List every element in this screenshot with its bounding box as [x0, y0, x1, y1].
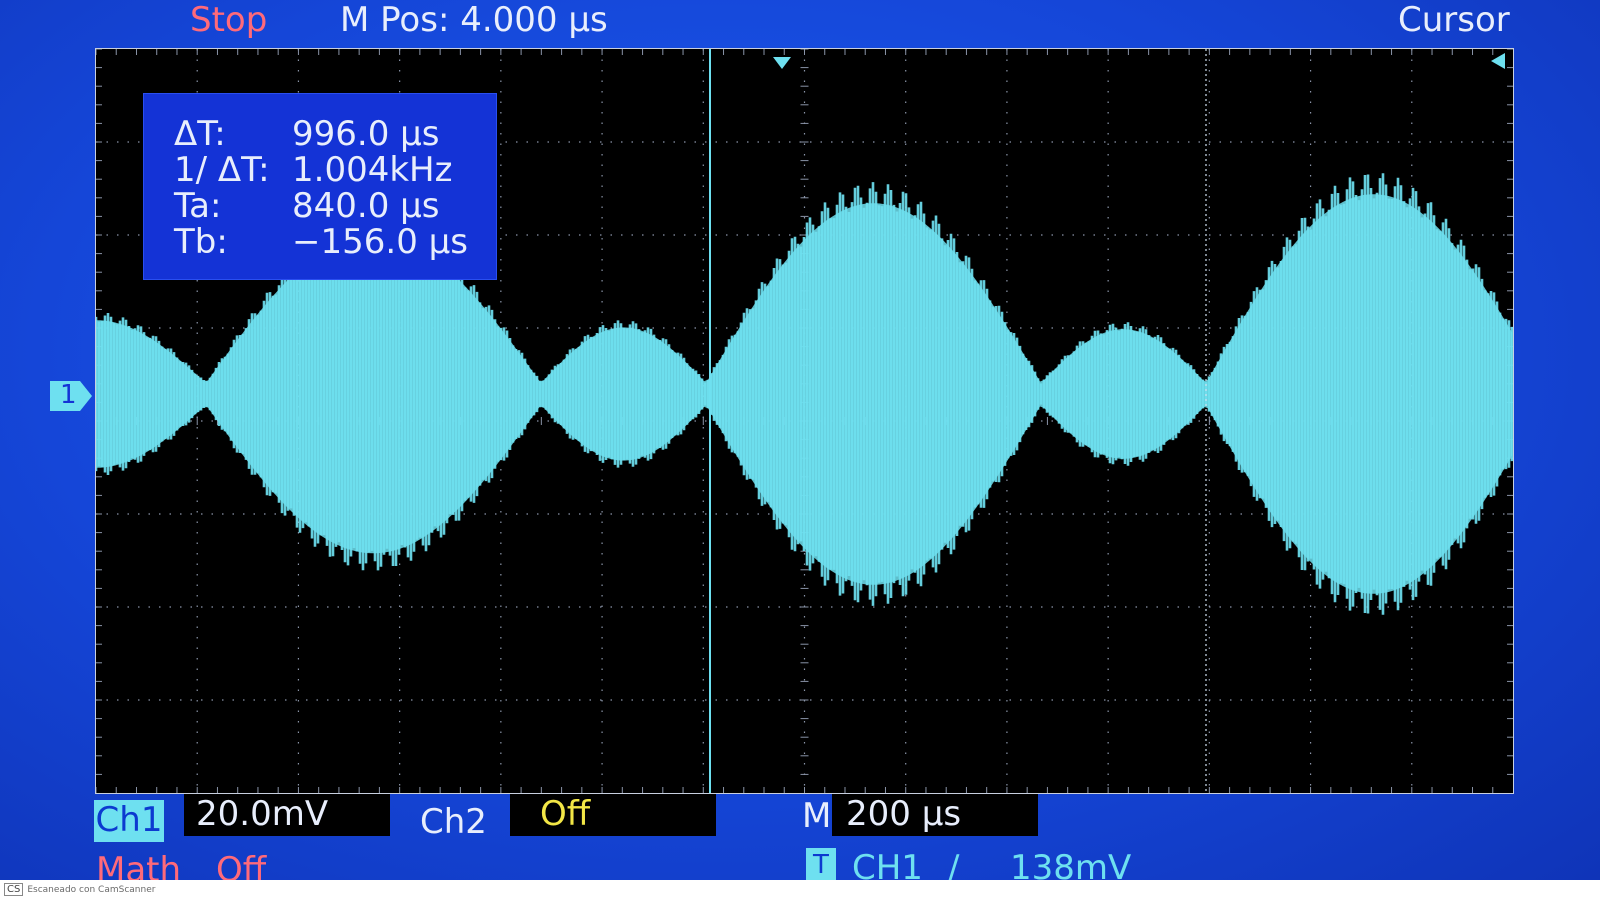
readout-key: Tb: — [174, 222, 228, 262]
ch1-volts-per-div: 20.0mV — [184, 794, 390, 836]
status-bar: Ch1 20.0mV Ch2 Off M 200 µs Math Off T C… — [0, 790, 1600, 880]
readout-value: 996.0 µs — [292, 114, 440, 154]
acquisition-status: Stop — [190, 0, 268, 40]
menu-mode-label: Cursor — [1398, 0, 1510, 40]
trigger-icon: T — [806, 848, 836, 880]
math-button[interactable]: Math — [96, 850, 181, 880]
readout-value: 840.0 µs — [292, 186, 440, 226]
readout-row-ta: Ta: 840.0 µs — [174, 188, 440, 224]
channel-1-ground-marker[interactable]: 1 — [50, 380, 94, 411]
camscanner-logo: CS — [4, 883, 24, 896]
trigger-source: CH1 — [852, 848, 923, 880]
readout-key: 1/ ΔT: — [174, 150, 270, 190]
ch1-button[interactable]: Ch1 — [94, 800, 164, 842]
timebase-label: M — [802, 796, 832, 836]
scanner-watermark: CS Escaneado con CamScanner — [4, 883, 155, 896]
oscilloscope-screen: Stop M Pos: 4.000 µs Cursor ΔT: 996.0 µs … — [0, 0, 1600, 880]
readout-row-frequency: 1/ ΔT: 1.004kHz — [174, 152, 452, 188]
trigger-slope-icon: ∕ — [948, 848, 960, 880]
readout-key: Ta: — [174, 186, 222, 226]
readout-row-delta-t: ΔT: 996.0 µs — [174, 116, 440, 152]
readout-row-tb: Tb: −156.0 µs — [174, 224, 468, 260]
math-state: Off — [216, 850, 267, 880]
ch2-state: Off — [510, 794, 716, 836]
readout-value: 1.004kHz — [292, 150, 453, 190]
trigger-level: 138mV — [1010, 848, 1132, 880]
watermark-text: Escaneado con CamScanner — [27, 885, 156, 895]
channel-marker-number: 1 — [60, 380, 77, 410]
readout-value: −156.0 µs — [292, 222, 468, 262]
ch2-button[interactable]: Ch2 — [420, 802, 487, 842]
readout-key: ΔT: — [174, 114, 226, 154]
main-position-readout: M Pos: 4.000 µs — [340, 0, 608, 40]
cursor-readout-panel: ΔT: 996.0 µs 1/ ΔT: 1.004kHz Ta: 840.0 µs T… — [143, 93, 497, 280]
left-arrow-icon — [1491, 53, 1505, 69]
down-arrow-icon — [773, 57, 791, 69]
timebase-value: 200 µs — [832, 794, 1038, 836]
